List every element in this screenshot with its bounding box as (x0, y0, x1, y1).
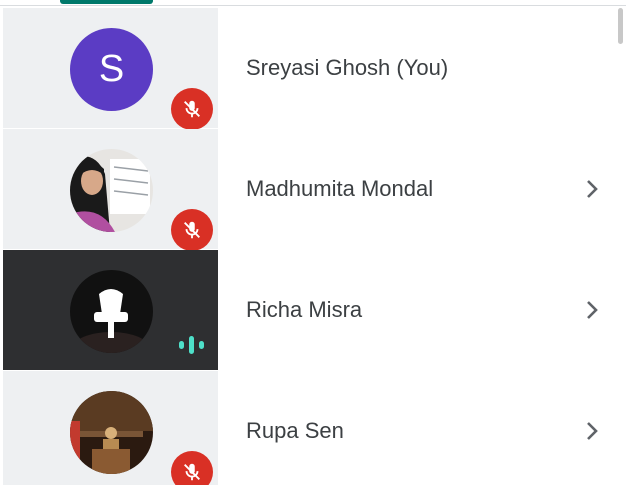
mic-off-icon (171, 209, 213, 251)
avatar-photo (70, 149, 153, 232)
mic-off-icon (171, 88, 213, 130)
participant-name: Rupa Sen (246, 418, 344, 443)
chevron-right-icon[interactable] (582, 177, 602, 201)
audio-level-icon (173, 334, 211, 356)
participant-row[interactable]: Rupa Sen (0, 371, 626, 485)
tab-indicator (60, 0, 153, 4)
chevron-right-icon[interactable] (582, 298, 602, 322)
participant-name: Sreyasi Ghosh (You) (246, 55, 449, 80)
avatar-initial: S (98, 48, 125, 90)
participant-tile (3, 371, 218, 485)
participant-name: Richa Misra (246, 297, 363, 322)
avatar (70, 391, 153, 474)
mic-off-icon (171, 451, 213, 485)
chevron-right-icon[interactable] (582, 419, 602, 443)
participant-row[interactable]: Madhumita Mondal (0, 129, 626, 251)
participant-row[interactable]: S Sreyasi Ghosh (You) (0, 8, 626, 130)
participant-row[interactable]: Richa Misra (0, 250, 626, 370)
participant-name: Madhumita Mondal (246, 176, 434, 201)
avatar (70, 270, 153, 353)
participant-tile: S (3, 8, 218, 130)
divider (0, 5, 626, 6)
participants-panel: S Sreyasi Ghosh (You) Madhumita Mondal R… (0, 0, 626, 485)
avatar (70, 149, 153, 232)
avatar-photo (70, 270, 153, 353)
participant-tile (3, 250, 218, 370)
participant-tile (3, 129, 218, 251)
avatar-photo (70, 391, 153, 474)
avatar: S (70, 28, 153, 111)
